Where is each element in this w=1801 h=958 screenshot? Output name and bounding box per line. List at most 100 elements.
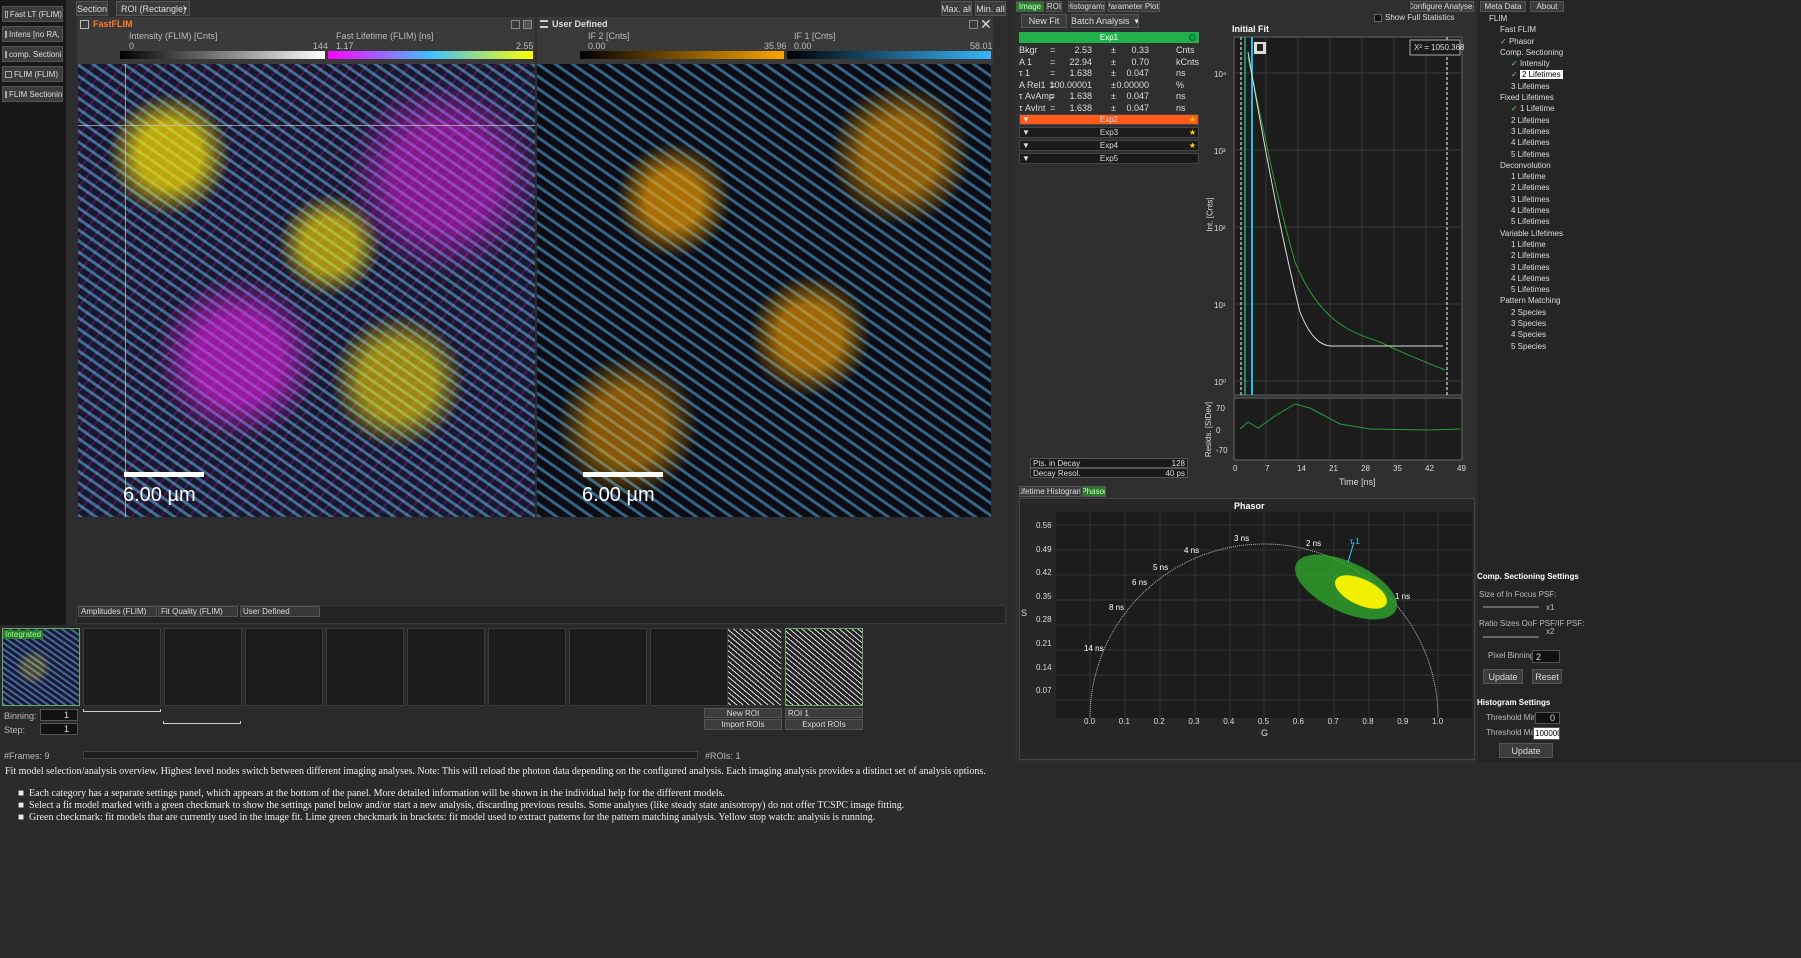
tree-item[interactable]: 3 Species bbox=[1489, 318, 1569, 329]
frames-scrollbar[interactable] bbox=[83, 751, 698, 759]
close-icon[interactable]: ✕ bbox=[980, 16, 992, 33]
tree-item[interactable]: 2 Species bbox=[1489, 307, 1569, 318]
tree-item[interactable]: 1 Lifetime bbox=[1489, 171, 1569, 182]
step-input[interactable]: 1 bbox=[40, 723, 78, 735]
max-all-button[interactable]: Max. all bbox=[941, 1, 972, 16]
y-tick: 10² bbox=[1214, 224, 1226, 233]
tree-item[interactable]: 3 Lifetimes bbox=[1489, 126, 1569, 137]
left-tab[interactable]: comp. Sectionin bbox=[2, 46, 63, 62]
configure-analyses-button[interactable]: Configure Analyses bbox=[1410, 1, 1474, 12]
analysis-tab[interactable]: Parameter Plots bbox=[1108, 1, 1160, 12]
meta-data-button[interactable]: Meta Data bbox=[1480, 1, 1526, 12]
batch-analysis-button[interactable]: Batch Analysis ▾ bbox=[1071, 14, 1139, 28]
flim-image[interactable] bbox=[78, 64, 535, 517]
frame-thumb[interactable] bbox=[83, 628, 161, 706]
tree-item[interactable]: Fast FLIM bbox=[1489, 24, 1569, 35]
tree-item[interactable]: 4 Species bbox=[1489, 329, 1569, 340]
tree-item[interactable]: Fixed Lifetimes bbox=[1489, 92, 1569, 103]
integrated-thumb[interactable] bbox=[2, 628, 80, 706]
tree-item[interactable]: Comp. Sectioning bbox=[1489, 47, 1569, 58]
frame-thumb[interactable] bbox=[326, 628, 404, 706]
fit-chart[interactable] bbox=[1200, 32, 1470, 492]
tree-item[interactable]: ✓ Intensity bbox=[1489, 58, 1569, 69]
tree-item[interactable]: 4 Lifetimes bbox=[1489, 205, 1569, 216]
if1-colorbar[interactable] bbox=[787, 51, 991, 59]
left-tab[interactable]: FLIM (FLIM) bbox=[2, 66, 63, 82]
roi1-label[interactable]: ROI 1 bbox=[785, 708, 863, 718]
exp-row[interactable]: ▼ Exp5 ● bbox=[1019, 153, 1199, 164]
tree-item[interactable]: 2 Lifetimes bbox=[1489, 115, 1569, 126]
minimize-icon[interactable] bbox=[511, 20, 520, 29]
pixel-binning-input[interactable]: 2 bbox=[1532, 650, 1560, 663]
binning-input[interactable]: 1 bbox=[40, 709, 78, 721]
tree-item[interactable]: ✓ 2 Lifetimes bbox=[1489, 69, 1569, 80]
lifetime-colorbar[interactable] bbox=[328, 51, 533, 59]
analysis-tab[interactable]: Histograms bbox=[1068, 1, 1105, 12]
frame-thumb[interactable] bbox=[245, 628, 323, 706]
left-tab[interactable]: FLIM Sectioning bbox=[2, 86, 63, 102]
exp-row[interactable]: ▼ Exp3 ★ bbox=[1019, 127, 1199, 138]
tree-item[interactable]: Variable Lifetimes bbox=[1489, 228, 1569, 239]
frame-thumb[interactable] bbox=[650, 628, 728, 706]
lower-tab[interactable]: Lifetime Histogram bbox=[1019, 486, 1081, 497]
tree-item[interactable]: 2 Lifetimes bbox=[1489, 182, 1569, 193]
tree-item[interactable]: 5 Species bbox=[1489, 341, 1569, 352]
left-tab[interactable]: Intens [no RA, S bbox=[2, 26, 63, 42]
intensity-colorbar[interactable] bbox=[120, 51, 325, 59]
about-button[interactable]: About bbox=[1530, 1, 1564, 12]
ratio-slider[interactable] bbox=[1483, 636, 1539, 638]
tree-item-label: 1 Lifetime bbox=[1519, 104, 1555, 114]
exp-row[interactable]: ▼ Exp2 ★ bbox=[1019, 114, 1199, 125]
tree-item[interactable]: 3 Lifetimes bbox=[1489, 262, 1569, 273]
tree-item[interactable]: 2 Lifetimes bbox=[1489, 250, 1569, 261]
tree-item[interactable]: ✓ Phasor bbox=[1489, 36, 1569, 47]
phasor-chart[interactable] bbox=[1056, 512, 1472, 718]
new-fit-button[interactable]: New Fit bbox=[1021, 14, 1067, 28]
comp-update-button[interactable]: Update bbox=[1483, 669, 1523, 684]
tree-item[interactable]: 4 Lifetimes bbox=[1489, 273, 1569, 284]
hist-update-button[interactable]: Update bbox=[1499, 743, 1553, 758]
tree-item[interactable]: 5 Lifetimes bbox=[1489, 216, 1569, 227]
user-defined-image[interactable] bbox=[537, 64, 991, 517]
tree-item[interactable]: FLIM bbox=[1489, 13, 1569, 24]
frame-thumb[interactable] bbox=[569, 628, 647, 706]
import-rois-button[interactable]: Import ROIs bbox=[704, 719, 782, 730]
psf-slider[interactable] bbox=[1483, 606, 1539, 608]
threshold-min-input[interactable]: 0 bbox=[1535, 712, 1560, 724]
section-button[interactable]: Section bbox=[76, 1, 108, 16]
if2-colorbar[interactable] bbox=[580, 51, 784, 59]
roi1-thumb[interactable] bbox=[785, 628, 863, 706]
tree-item[interactable]: 5 Lifetimes bbox=[1489, 284, 1569, 295]
show-full-stats-checkbox[interactable] bbox=[1374, 14, 1382, 22]
tree-item[interactable]: Pattern Matching bbox=[1489, 295, 1569, 306]
export-rois-button[interactable]: Export ROIs bbox=[785, 719, 863, 730]
comp-reset-button[interactable]: Reset bbox=[1532, 669, 1562, 684]
tree-item[interactable]: 4 Lifetimes bbox=[1489, 137, 1569, 148]
tree-item[interactable]: 3 Lifetimes bbox=[1489, 194, 1569, 205]
frame-thumb[interactable] bbox=[488, 628, 566, 706]
min-all-button[interactable]: Min. all bbox=[975, 1, 1006, 16]
analysis-tab[interactable]: Image bbox=[1016, 1, 1044, 12]
tree-item[interactable]: Deconvolution bbox=[1489, 160, 1569, 171]
tree-item[interactable]: 1 Lifetime bbox=[1489, 239, 1569, 250]
menu-icon[interactable] bbox=[540, 20, 548, 28]
frame-thumb[interactable] bbox=[164, 628, 242, 706]
image-tab[interactable]: Amplitudes (FLIM) bbox=[78, 606, 157, 617]
left-tab[interactable]: Fast LT (FLIM) bbox=[2, 6, 63, 22]
minimize-icon[interactable] bbox=[969, 20, 978, 29]
tree-item[interactable]: 3 Lifetimes bbox=[1489, 81, 1569, 92]
tree-item[interactable]: ✓ 1 Lifetime bbox=[1489, 103, 1569, 114]
frame-thumb[interactable] bbox=[407, 628, 485, 706]
analysis-tab[interactable]: ROI bbox=[1046, 1, 1062, 12]
roi-mode-dropdown[interactable]: ROI (Rectangle) ▾ bbox=[116, 1, 190, 16]
image-tab[interactable]: User Defined bbox=[240, 606, 320, 617]
tree-item-label: 4 Species bbox=[1511, 330, 1547, 340]
lower-tab[interactable]: Phasor bbox=[1082, 486, 1106, 497]
exp-row[interactable]: ▼ Exp4 ★ bbox=[1019, 140, 1199, 151]
threshold-max-input[interactable]: 100000 bbox=[1533, 727, 1560, 740]
close-icon[interactable] bbox=[523, 20, 532, 29]
tree-item[interactable]: 5 Lifetimes bbox=[1489, 149, 1569, 160]
image-tab[interactable]: Fit Quality (FLIM) bbox=[158, 606, 238, 617]
exp1-header[interactable]: Exp1 bbox=[1019, 32, 1199, 43]
new-roi-button[interactable]: New ROI bbox=[704, 708, 782, 718]
